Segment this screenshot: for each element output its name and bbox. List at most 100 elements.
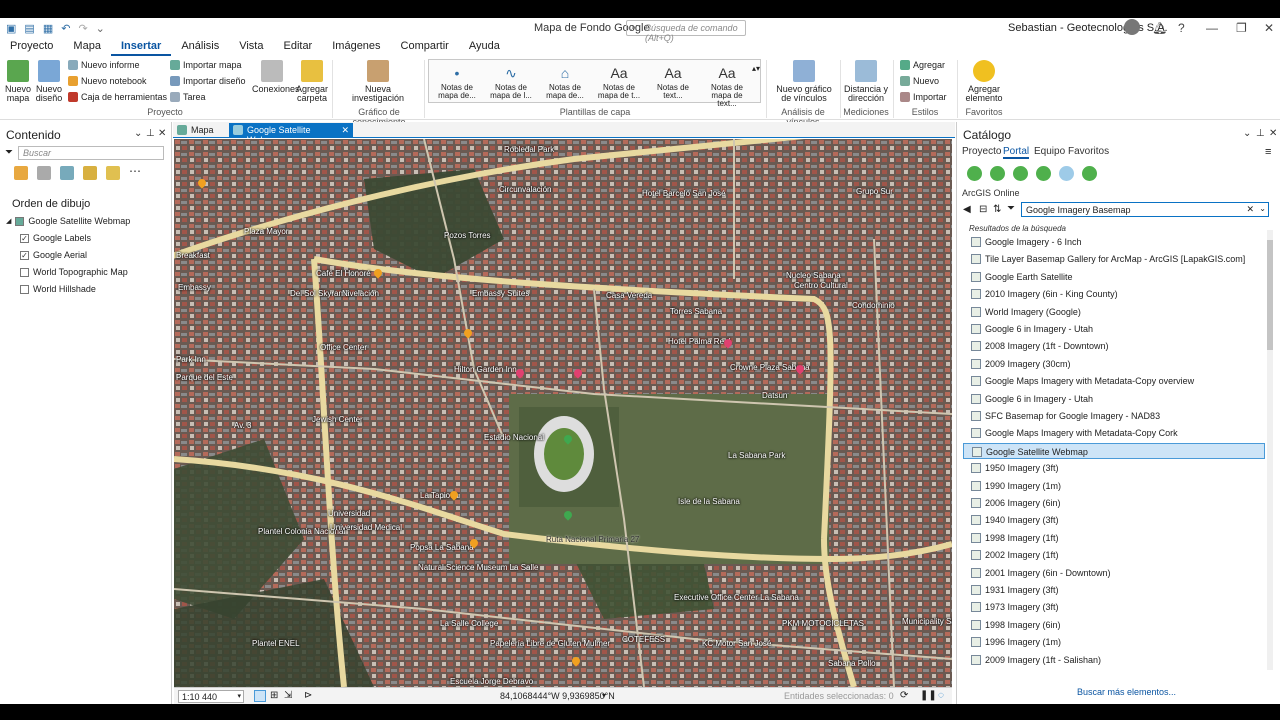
more-icon[interactable]: ⋯ — [129, 165, 143, 180]
layer-checkbox[interactable] — [20, 284, 29, 294]
close-pane-icon[interactable]: ✕ — [1269, 128, 1277, 139]
result-item[interactable]: Google Maps Imagery with Metadata-Copy C… — [963, 425, 1265, 441]
notification-icon[interactable]: 🔔︎ — [1152, 21, 1167, 35]
selection-icon[interactable] — [60, 166, 74, 180]
minimize-icon[interactable]: — — [1206, 21, 1218, 35]
result-item[interactable]: 2001 Imagery (6in - Downtown) — [963, 565, 1265, 581]
command-search-input[interactable]: ⌕ Búsqueda de comando (Alt+Q) — [626, 20, 746, 43]
pause-icon[interactable]: ❚❚ — [920, 690, 937, 701]
gallery-item-3[interactable]: ⌂ Notas de mapa de... — [539, 62, 591, 100]
result-item[interactable]: 1950 Imagery (3ft) — [963, 460, 1265, 476]
result-item[interactable]: 2002 Imagery (1ft) — [963, 547, 1265, 563]
maximize-icon[interactable]: ❐ — [1236, 21, 1247, 35]
result-item[interactable]: 2006 Imagery (6in) — [963, 495, 1265, 511]
editing-icon[interactable] — [83, 166, 97, 180]
navigation-icon[interactable]: ⊳ — [304, 690, 312, 701]
result-item[interactable]: 2010 Imagery (6in - King County) — [963, 286, 1265, 302]
add-style-button[interactable]: Agregar — [900, 60, 945, 70]
connections-button[interactable]: Conexiones — [252, 60, 300, 94]
layer-checkbox[interactable] — [20, 267, 29, 277]
open-project-icon[interactable]: ▤ — [24, 22, 34, 35]
result-item[interactable]: 1996 Imagery (1m) — [963, 634, 1265, 650]
filter-icon[interactable]: ⏷ — [1007, 203, 1015, 214]
catalog-tab-equipo[interactable]: Equipo — [1034, 146, 1065, 157]
result-item[interactable]: 1973 Imagery (3ft) — [963, 599, 1265, 615]
result-item[interactable]: 1998 Imagery (6in) — [963, 617, 1265, 633]
tab-editar[interactable]: Editar — [273, 38, 322, 56]
labeling-icon[interactable] — [106, 166, 120, 180]
rotation-icon[interactable]: ⇲ — [284, 690, 292, 701]
tab-analisis[interactable]: Análisis — [171, 38, 229, 56]
gallery-scroll-icon[interactable]: ▴▾ — [752, 64, 760, 73]
result-item[interactable]: 1940 Imagery (3ft) — [963, 512, 1265, 528]
layer-world-topographic[interactable]: World Topographic Map — [20, 267, 128, 277]
result-item[interactable]: 1990 Imagery (1m) — [963, 478, 1265, 494]
map-view[interactable]: Robledal Park Circunvalación Hotel Barce… — [174, 139, 952, 687]
grid-icon[interactable]: ⊞ — [270, 690, 278, 701]
tab-ayuda[interactable]: Ayuda — [459, 38, 510, 56]
layer-world-hillshade[interactable]: World Hillshade — [20, 284, 96, 294]
catalog-search-input[interactable]: Google Imagery Basemap ✕ ⌄ — [1021, 202, 1269, 217]
gallery-item-4[interactable]: Aa Notas de mapa de t... — [593, 62, 645, 100]
result-item[interactable]: 2009 Imagery (30cm) — [963, 356, 1265, 372]
pane-options-icon[interactable]: ⌄ — [1243, 128, 1251, 139]
layer-google-aerial[interactable]: ✓ Google Aerial — [20, 250, 87, 260]
add-item-button[interactable]: Agregar elemento — [962, 60, 1006, 103]
tab-compartir[interactable]: Compartir — [391, 38, 459, 56]
new-style-button[interactable]: Nuevo — [900, 76, 939, 86]
new-link-chart-button[interactable]: Nuevo gráfico de vínculos — [774, 60, 834, 103]
add-folder-button[interactable]: Agregar carpeta — [296, 60, 328, 103]
view-options-icon[interactable]: ⊟ — [979, 204, 987, 215]
contents-search-input[interactable]: Buscar — [18, 146, 164, 160]
result-item[interactable]: SFC Basemap for Google Imagery - NAD83 — [963, 408, 1265, 424]
new-map-button[interactable]: Nuevo mapa — [4, 60, 32, 103]
tab-proyecto[interactable]: Proyecto — [0, 38, 63, 56]
partner-content-icon[interactable] — [1082, 166, 1097, 181]
toolbox-button[interactable]: Caja de herramientas — [68, 92, 167, 102]
result-item[interactable]: Google Maps Imagery with Metadata-Copy o… — [963, 373, 1265, 389]
coordinate-format-chevron-icon[interactable]: ▾ — [602, 691, 606, 700]
collapse-icon[interactable]: ◢ — [6, 217, 11, 225]
chevron-down-icon[interactable]: ⌄ — [1259, 204, 1266, 213]
tab-vista[interactable]: Vista — [229, 38, 273, 56]
new-notebook-button[interactable]: Nuevo notebook — [68, 76, 147, 86]
result-item[interactable]: Google Imagery - 6 Inch — [963, 234, 1265, 250]
result-item[interactable]: Google 6 in Imagery - Utah — [963, 321, 1265, 337]
undo-icon[interactable]: ↶ — [61, 22, 70, 35]
result-item[interactable]: Google 6 in Imagery - Utah — [963, 391, 1265, 407]
distance-direction-button[interactable]: Distancia y dirección — [844, 60, 888, 103]
task-button[interactable]: Tarea — [170, 92, 206, 102]
tab-insertar[interactable]: Insertar — [110, 38, 172, 56]
pin-icon[interactable]: ⊥ — [1256, 128, 1265, 139]
catalog-tab-proyecto[interactable]: Proyecto — [962, 146, 1001, 157]
result-item[interactable]: Google Earth Satellite — [963, 269, 1265, 285]
new-project-icon[interactable]: ▣ — [6, 22, 16, 35]
result-item[interactable]: Tile Layer Basemap Gallery for ArcMap - … — [963, 251, 1265, 267]
draw-order-icon[interactable] — [14, 166, 28, 180]
refresh-icon[interactable]: ⟳ — [900, 690, 908, 701]
import-map-button[interactable]: Importar mapa — [170, 60, 242, 70]
layer-checkbox[interactable]: ✓ — [20, 250, 29, 260]
catalog-tab-portal[interactable]: Portal — [1003, 146, 1030, 159]
gallery-item-6[interactable]: Aa Notas de mapa de text... — [701, 62, 753, 108]
result-item[interactable]: Google Satellite Webmap — [963, 442, 1265, 459]
result-item[interactable]: 2009 Imagery (1ft - Salishan) — [963, 652, 1265, 668]
results-scrollbar[interactable] — [1267, 230, 1273, 670]
result-item[interactable]: World Imagery (Google) — [963, 304, 1265, 320]
my-organization-icon[interactable] — [1013, 166, 1028, 181]
tab-google-satellite-webmap[interactable]: Google Satellite Webmap✕ — [229, 123, 353, 145]
customize-icon[interactable]: ⌄ — [96, 22, 105, 35]
signed-in-user[interactable]: Sebastian - Geotecnologías S.A. — [1008, 22, 1168, 34]
catalog-tab-favoritos[interactable]: Favoritos — [1068, 146, 1109, 157]
data-source-icon[interactable] — [37, 166, 51, 180]
gallery-item-5[interactable]: Aa Notas de text... — [647, 62, 699, 100]
scale-selector[interactable]: 1:10 440 ▾ — [178, 690, 244, 703]
living-atlas-icon[interactable] — [1036, 166, 1051, 181]
layer-checkbox[interactable]: ✓ — [20, 233, 29, 243]
pin-icon[interactable]: ⊥ — [146, 128, 155, 139]
import-style-button[interactable]: Importar — [900, 92, 947, 102]
clear-search-icon[interactable]: ✕ — [1246, 204, 1254, 215]
gallery-item-1[interactable]: • Notas de mapa de... — [431, 62, 483, 100]
save-icon[interactable]: ▦ — [43, 22, 53, 35]
search-more-link[interactable]: Buscar más elementos... — [1077, 687, 1176, 697]
